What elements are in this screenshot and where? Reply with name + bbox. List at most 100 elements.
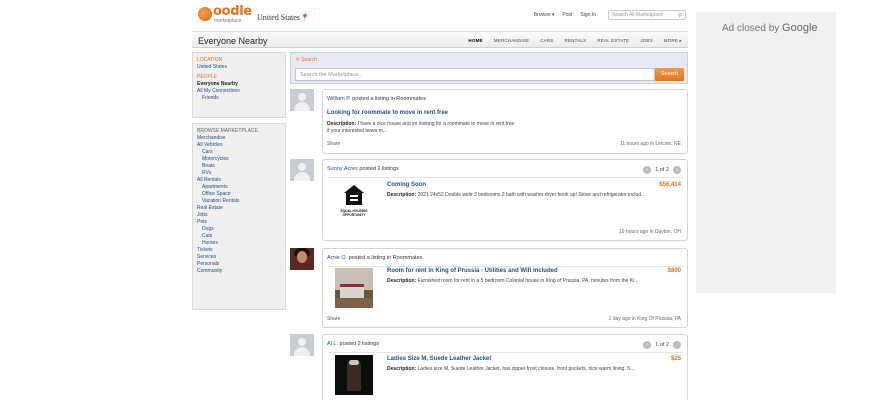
prev-arrow-icon[interactable]: ‹ [643,166,652,174]
feed-poster: Arnie O. posted a listing in Roommates [327,255,422,261]
location-label: United States [257,13,300,22]
listing-description: Description: I have a nice house and im … [327,121,517,134]
browse-list: Merchandise All Vehicles Cars Motorcycles Bo… [197,135,281,275]
listing-thumbnail[interactable] [335,355,373,395]
search-icon[interactable]: ⚲ [678,12,682,19]
sidebar-item-apartments[interactable]: Apartments [197,184,281,191]
sidebar-item-merchandise[interactable]: Merchandise [197,135,281,142]
listing-title[interactable]: Room for rent in King of Prussia - Utili… [387,268,558,274]
listing-pager: ‹ 1 of 2 › [643,166,681,174]
nav-jobs[interactable]: JOBS [640,38,653,44]
listing-price: $25 [670,356,681,362]
share-link[interactable]: Share [327,316,340,322]
site-header: oodle marketplace United States📍 Browse … [192,4,688,31]
sidebar-item-boats[interactable]: Boats [197,163,281,170]
listing-price: $800 [667,268,681,274]
listing-meta: 1 day ago in King Of Prussia, PA [608,316,681,322]
description-text: I have a nice house and im looking for a… [327,121,515,134]
sign-in-link[interactable]: Sign In [580,12,596,18]
sidebar-item-all-connections[interactable]: All My Connections [197,88,281,95]
listing-title[interactable]: Coming Soon [387,182,426,188]
sidebar-item-all-rentals[interactable]: All Rentals [197,177,281,184]
nav-rentals[interactable]: RENTALS [565,38,587,44]
poster-name[interactable]: Al L. [327,341,338,347]
top-links: Browse ▾ Post Sign In [534,12,596,18]
sidebar-item-vacation-rentals[interactable]: Vacation Rentals [197,198,281,205]
logo-subtitle: marketplace [214,18,242,24]
search-button[interactable]: Search [655,68,684,81]
listing-meta: 19 hours ago in Dayton, OH [619,229,681,235]
sidebar-item-office-space[interactable]: Office Space [197,191,281,198]
browse-link[interactable]: Browse ▾ [534,12,555,18]
listing-thumbnail[interactable]: EQUAL HOUSING OPPORTUNITY [335,182,373,222]
sidebar-item-pets[interactable]: Pets [197,219,281,226]
header-search-input[interactable]: Search All Marketplace ⚲ [608,10,686,20]
sidebar-item-real-estate[interactable]: Real Estate [197,205,281,212]
sidebar-item-rvs[interactable]: RVs [197,170,281,177]
search-input[interactable]: Search the Marketplace... [295,68,655,81]
nav-real-estate[interactable]: REAL ESTATE [597,38,629,44]
sidebar-item-everyone-nearby[interactable]: Everyone Nearby [197,81,281,88]
sidebar-item-tickets[interactable]: Tickets [197,247,281,254]
pager-label: 1 of 2 [655,342,669,348]
sidebar-item-jobs[interactable]: Jobs [197,212,281,219]
listing-title[interactable]: Ladies Size M, Suede Leather Jacket [387,356,491,362]
avatar[interactable] [290,334,314,356]
sidebar-item-dogs[interactable]: Dogs [197,226,281,233]
sidebar-location-value[interactable]: United States [197,64,281,71]
location-heading: LOCATION [197,57,223,63]
feed-card: William P. posted a listing in Roommates… [322,89,688,154]
sidebar-item-horses[interactable]: Horses [197,240,281,247]
description-label: Description: [387,192,417,198]
map-pin-icon: 📍 [300,14,310,22]
next-arrow-icon[interactable]: › [673,166,681,174]
poster-name[interactable]: Sunny Acres [327,166,358,172]
poster-action: posted a listing in Roommates [348,255,423,261]
prev-arrow-icon[interactable]: ‹ [643,341,652,349]
avatar[interactable] [290,89,314,111]
sidebar-item-all-vehicles[interactable]: All Vehicles [197,142,281,149]
next-arrow-icon[interactable]: › [673,341,681,349]
description-text: Furnished room for rent in a 5 bedroom C… [417,278,639,284]
oodle-logo[interactable]: oodle marketplace [198,4,252,29]
page-title: Everyone Nearby [198,36,268,46]
listing-price: $56,414 [659,182,681,188]
nav-cars[interactable]: CARS [540,38,553,44]
sidebar-item-cats[interactable]: Cats [197,233,281,240]
listing-title[interactable]: Looking for roommate to move in rent fre… [327,110,448,116]
sidebar-item-services[interactable]: Services [197,254,281,261]
sidebar-browse-box: BROWSE MARKETPLACE Merchandise All Vehicl… [192,123,286,310]
description-text: Ladies size M, Suede Leather Jacket, has… [417,366,635,372]
pager-label: 1 of 2 [655,167,669,173]
ad-panel: Ad closed by Google [696,12,836,293]
feed-poster: William P. posted a listing in Roommates [327,96,426,102]
sidebar-item-personals[interactable]: Personals [197,261,281,268]
feed-card: Al L. posted 2 listings ‹ 1 of 2 › Ladie… [322,334,688,400]
sidebar-item-community[interactable]: Community [197,268,281,275]
nav-more[interactable]: MORE ▸ [664,38,682,44]
poster-name[interactable]: William P. [327,96,351,102]
sidebar-item-motorcycles[interactable]: Motorcycles [197,156,281,163]
sidebar-item-cars[interactable]: Cars [197,149,281,156]
avatar[interactable] [290,159,314,181]
poster-name[interactable]: Arnie O. [327,255,347,261]
search-label: ⚲ Search [296,57,317,63]
share-link[interactable]: Share [327,141,340,147]
people-heading: PEOPLE [197,74,218,80]
nav-home[interactable]: HOME [468,38,482,44]
avatar[interactable] [290,248,314,270]
listing-pager: ‹ 1 of 2 › [643,341,681,349]
location-selector[interactable]: United States📍 [257,13,310,22]
google-brand: Google [782,22,818,34]
description-label: Description: [387,278,417,284]
eho-caption-line2: OPPORTUNITY [342,213,366,217]
listing-description: Description: Ladies size M, Suede Leathe… [387,366,683,373]
listing-thumbnail[interactable] [335,268,373,308]
logo-word: oodle [213,4,252,19]
sidebar-item-friends[interactable]: Friends [197,95,281,102]
divider [327,266,683,267]
post-link[interactable]: Post [562,12,572,18]
feed-poster: Sunny Acres posted 2 listings [327,166,399,172]
nav-merchandise[interactable]: MERCHANDISE [494,38,529,44]
listing-meta: 11 hours ago in Lincoln, NE [619,141,681,147]
